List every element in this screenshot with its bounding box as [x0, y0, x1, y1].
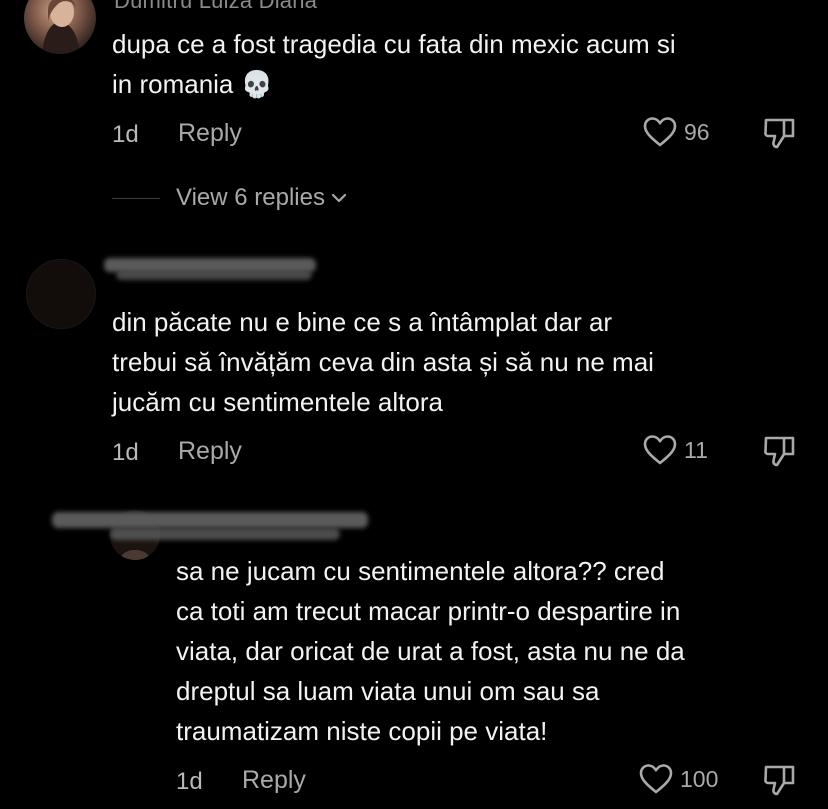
reply-text-line: viata, dar oricat de urat a fost, asta n… — [176, 636, 685, 666]
comment-text: din păcate nu e bine ce s a întâmplat da… — [112, 302, 654, 422]
heart-outline-icon — [643, 435, 677, 465]
reply-button[interactable]: Reply — [242, 766, 306, 795]
reply-text-line: sa ne jucam cu sentimentele altora?? cre… — [176, 556, 665, 586]
heart-outline-icon — [639, 764, 673, 794]
reply-text: sa ne jucam cu sentimentele altora?? cre… — [176, 551, 685, 751]
comment-time: 1d — [112, 439, 139, 466]
comment-time: 1d — [112, 121, 139, 148]
view-replies-button[interactable]: View 6 replies — [176, 184, 349, 212]
comment-text-line: din păcate nu e bine ce s a întâmplat da… — [112, 307, 613, 337]
like-count: 100 — [680, 765, 719, 792]
thumbs-down-icon — [764, 765, 795, 796]
redacted-username — [116, 270, 312, 280]
like-button[interactable]: 100 — [638, 763, 718, 795]
heart-outline-icon — [643, 117, 677, 147]
like-count: 96 — [684, 118, 710, 145]
reply-text-line: ca toti am trecut macar printr-o despart… — [176, 596, 681, 626]
avatar-photo — [27, 260, 95, 328]
redacted-username — [110, 528, 340, 540]
dislike-button[interactable] — [762, 116, 798, 155]
thumbs-down-icon — [764, 436, 795, 467]
reply-button[interactable]: Reply — [178, 437, 242, 466]
reply-time: 1d — [176, 768, 203, 795]
view-replies-label: View 6 replies — [176, 184, 325, 211]
comment-text-line: trebui să învățăm ceva din asta și să nu… — [112, 347, 654, 377]
redacted-username — [52, 512, 368, 528]
like-count: 11 — [684, 436, 708, 463]
reply-text-line: dreptul sa luam viata unui om sau sa — [176, 676, 600, 706]
reply-button[interactable]: Reply — [178, 119, 242, 148]
comment-text-line: jucăm cu sentimentele altora — [112, 387, 443, 417]
comment-item: din păcate nu e bine ce s a întâmplat da… — [0, 240, 828, 490]
avatar[interactable] — [24, 0, 96, 54]
comment-username[interactable]: Dumitru Luiza Diana — [114, 0, 317, 14]
thumbs-down-icon — [764, 118, 795, 149]
chevron-down-icon — [331, 193, 347, 203]
avatar-photo — [42, 0, 80, 54]
dislike-button[interactable] — [762, 434, 798, 473]
reply-text-line: traumatizam niste copii pe viata! — [176, 716, 548, 746]
like-button[interactable]: 11 — [642, 434, 708, 466]
avatar[interactable] — [26, 259, 96, 329]
comment-item: Dumitru Luiza Diana dupa ce a fost trage… — [0, 0, 828, 230]
comment-text-line: dupa ce a fost tragedia cu fata din mexi… — [112, 29, 676, 59]
like-button[interactable]: 96 — [642, 116, 710, 148]
reply-item: sa ne jucam cu sentimentele altora?? cre… — [0, 500, 828, 809]
dislike-button[interactable] — [762, 763, 798, 802]
comment-text: dupa ce a fost tragedia cu fata din mexi… — [112, 24, 676, 104]
comment-text-line: in romania 💀 — [112, 69, 273, 99]
replies-divider — [112, 198, 160, 199]
